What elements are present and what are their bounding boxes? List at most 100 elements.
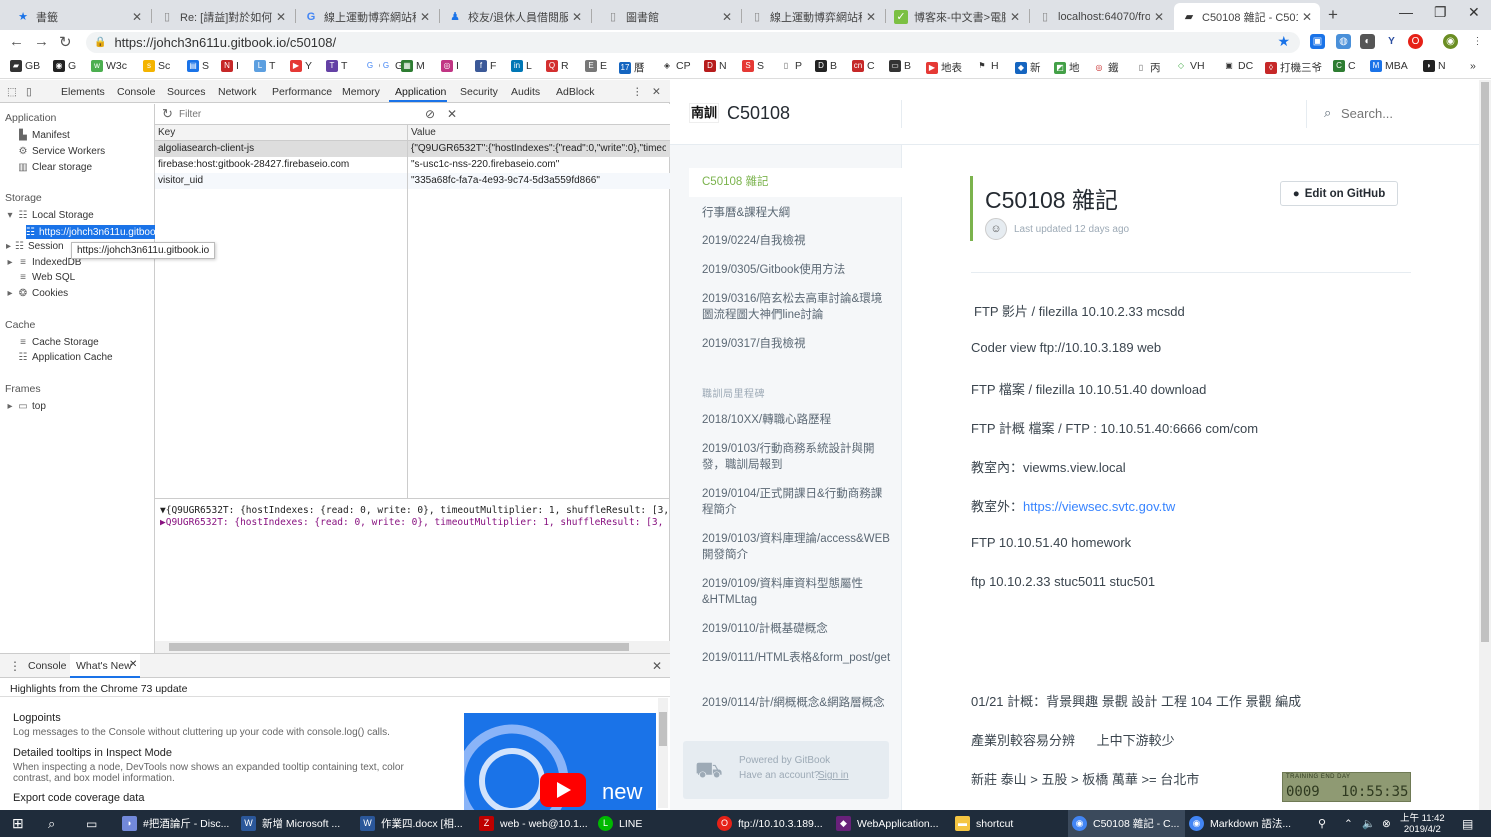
bookmark-item[interactable]: ▰ GB [10, 60, 40, 72]
network-icon[interactable]: ⊗ [1378, 810, 1391, 837]
drawer-scrollbar[interactable] [658, 698, 668, 808]
taskbar-app-visual-studio[interactable]: ◆ WebApplication... [832, 810, 949, 837]
tab-library[interactable]: ▯ 圖書館 ✕ [598, 3, 740, 30]
tab-adblock[interactable]: AdBlock [556, 86, 595, 98]
nav-item-active[interactable]: C50108 雜記 [689, 168, 902, 197]
tab-console[interactable]: Console [117, 86, 156, 98]
notifications-icon[interactable]: ▤ [1458, 810, 1473, 837]
bookmark-item[interactable]: ◇ VH [1175, 60, 1205, 72]
drawer-tab-whats-new[interactable]: What's New [76, 660, 132, 672]
tab-sources[interactable]: Sources [167, 86, 206, 98]
extension-icon[interactable]: ◍ [1336, 34, 1351, 49]
drawer-menu-icon[interactable]: ⋮ [9, 659, 21, 673]
avatar[interactable]: ◉ [1443, 34, 1458, 49]
extension-icon[interactable]: ◐ [1360, 34, 1375, 49]
taskbar-app-word[interactable]: W 新增 Microsoft ... [237, 810, 354, 837]
url-text[interactable]: https://johch3n611u.gitbook.io/c50108/ [114, 35, 336, 50]
tab-memory[interactable]: Memory [342, 86, 380, 98]
sidebar-item-clear-storage[interactable]: ▥ Clear storage [18, 162, 92, 173]
close-icon[interactable]: ✕ [1010, 10, 1020, 24]
bookmark-item[interactable]: ◎ 鐵 [1093, 60, 1119, 75]
tab-ptt[interactable]: ▯Re: [請益]對於如何增進✕ [152, 3, 294, 30]
bookmarks-overflow-icon[interactable]: » [1470, 60, 1476, 72]
tab-security[interactable]: Security [460, 86, 498, 98]
close-icon[interactable]: ✕ [276, 10, 286, 24]
start-button[interactable]: ⊞ [8, 810, 24, 837]
minimize-button[interactable]: — [1399, 4, 1413, 20]
inspect-icon[interactable]: ⬚ [7, 86, 17, 98]
bookmark-star-icon[interactable]: ★ [1277, 33, 1290, 50]
bookmark-item[interactable]: ▣ DC [1223, 60, 1253, 72]
close-icon[interactable]: ✕ [572, 10, 582, 24]
nav-item[interactable]: 2019/0114/計/網概概念&網路層概念 [702, 695, 892, 711]
bookmark-item[interactable]: fF [475, 60, 496, 72]
site-title[interactable]: C50108 [727, 103, 790, 124]
preview-line[interactable]: ▶Q9UGR6532T: {hostIndexes: {read: 0, wri… [160, 517, 680, 528]
nav-item[interactable]: 2019/0103/行動商務系統設計與開發，職訓局報到 [702, 441, 892, 473]
taskbar-app-folder[interactable]: ▬ shortcut [951, 810, 1068, 837]
taskbar-app-opera[interactable]: Oftp://10.10.3.189... [713, 810, 830, 837]
close-icon[interactable]: ✕ [722, 10, 732, 24]
tab-network[interactable]: Network [218, 86, 257, 98]
feature-title[interactable]: Export code coverage data [13, 792, 144, 804]
sidebar-item-local-storage-origin[interactable]: ☷https://johch3n611u.gitbook.io [26, 225, 155, 239]
tab-books[interactable]: ✓博客來-中文書>電腦資✕ [886, 3, 1028, 30]
feature-title[interactable]: Detailed tooltips in Inspect Mode [13, 747, 172, 759]
bookmark-item[interactable]: 17 曆 [619, 60, 645, 75]
nav-item[interactable]: 2019/0110/計概基礎概念 [702, 621, 892, 637]
close-icon[interactable]: ✕ [129, 659, 137, 670]
bookmark-item[interactable]: ◉ G [53, 60, 76, 72]
taskbar-app-chrome-active[interactable]: ◉ C50108 雜記 - C... [1068, 810, 1185, 837]
bookmark-item[interactable]: ▶ 地表 [926, 60, 962, 75]
drawer-close-icon[interactable]: ✕ [652, 659, 662, 673]
tab-gitbook-active[interactable]: ▰C50108 雜記 - C50108✕ [1174, 3, 1320, 30]
filter-input[interactable] [179, 107, 407, 122]
system-clock[interactable]: 上午 11:42 2019/4/2 [1400, 813, 1445, 835]
nav-item[interactable]: 2019/0224/自我檢視 [702, 233, 892, 249]
sidebar-item-service-workers[interactable]: ⚙ Service Workers [18, 146, 106, 157]
tab-performance[interactable]: Performance [272, 86, 332, 98]
bookmark-item[interactable]: TT [326, 60, 347, 72]
nav-item[interactable]: 2018/10XX/轉職心路歷程 [702, 412, 892, 428]
bookmark-item[interactable]: LT [254, 60, 275, 72]
clear-all-icon[interactable]: ⊘ [425, 107, 435, 121]
devtools-close-icon[interactable]: ✕ [652, 86, 661, 98]
bookmark-item[interactable]: ▯ P [780, 60, 802, 72]
sidebar-item-web-sql[interactable]: ≡ Web SQL [18, 272, 75, 283]
nav-item[interactable]: 2019/0104/正式開課日&行動商務課程簡介 [702, 486, 892, 518]
nav-item[interactable]: 行事曆&課程大綱 [702, 205, 892, 221]
close-icon[interactable]: ✕ [132, 10, 142, 24]
devtools-menu-icon[interactable]: ⋮ [632, 86, 643, 98]
feature-title[interactable]: Logpoints [13, 712, 61, 724]
reload-button[interactable]: ↻ [59, 33, 72, 51]
extension-icon[interactable]: ▣ [1310, 34, 1325, 49]
device-toggle-icon[interactable]: ▯ [26, 86, 32, 98]
bookmark-item[interactable]: ◎ I [441, 60, 459, 72]
bookmark-item[interactable]: ▭ B [889, 60, 911, 72]
sidebar-item-cache-storage[interactable]: ≡ Cache Storage [18, 337, 99, 348]
bookmark-item[interactable]: in L [511, 60, 532, 72]
close-icon[interactable]: ✕ [420, 10, 430, 24]
bookmark-item[interactable]: SS [742, 60, 764, 72]
close-icon[interactable]: ✕ [866, 10, 876, 24]
menu-kebab-icon[interactable]: ⋮ [1470, 34, 1485, 49]
back-button[interactable]: ← [9, 33, 24, 50]
tray-chevron-icon[interactable]: ⌃ [1340, 810, 1353, 837]
bookmark-item[interactable]: QR [546, 60, 569, 72]
taskbar-app-chrome[interactable]: ◉ Markdown 語法... [1185, 810, 1302, 837]
forward-button[interactable]: → [34, 33, 49, 50]
bookmark-item[interactable]: ▤ S [187, 60, 209, 72]
table-row[interactable]: visitor_uid "335a68fc-fa7a-4e93-9c74-5d3a… [155, 173, 670, 189]
sidebar-item-session-storage[interactable]: ▸☷Session Storage [6, 241, 66, 252]
page-scrollbar[interactable] [1479, 80, 1491, 810]
sidebar-item-frame-top[interactable]: ▸ ▭ top [6, 401, 45, 412]
edit-on-github-button[interactable]: ● Edit on GitHub [1280, 181, 1398, 206]
bookmark-item[interactable]: DB [815, 60, 837, 72]
sidebar-item-manifest[interactable]: ▙ Manifest [18, 130, 70, 141]
nav-item[interactable]: 2019/0109/資料庫資料型態屬性&HTMLtag [702, 576, 892, 608]
sidebar-item-application-cache[interactable]: ☷ Application Cache [18, 352, 113, 363]
search-input[interactable] [1341, 104, 1461, 122]
nav-item[interactable]: 2019/0317/自我檢視 [702, 336, 892, 352]
close-icon[interactable]: ✕ [1302, 10, 1312, 24]
bookmark-item[interactable]: ▦ M [401, 60, 425, 72]
